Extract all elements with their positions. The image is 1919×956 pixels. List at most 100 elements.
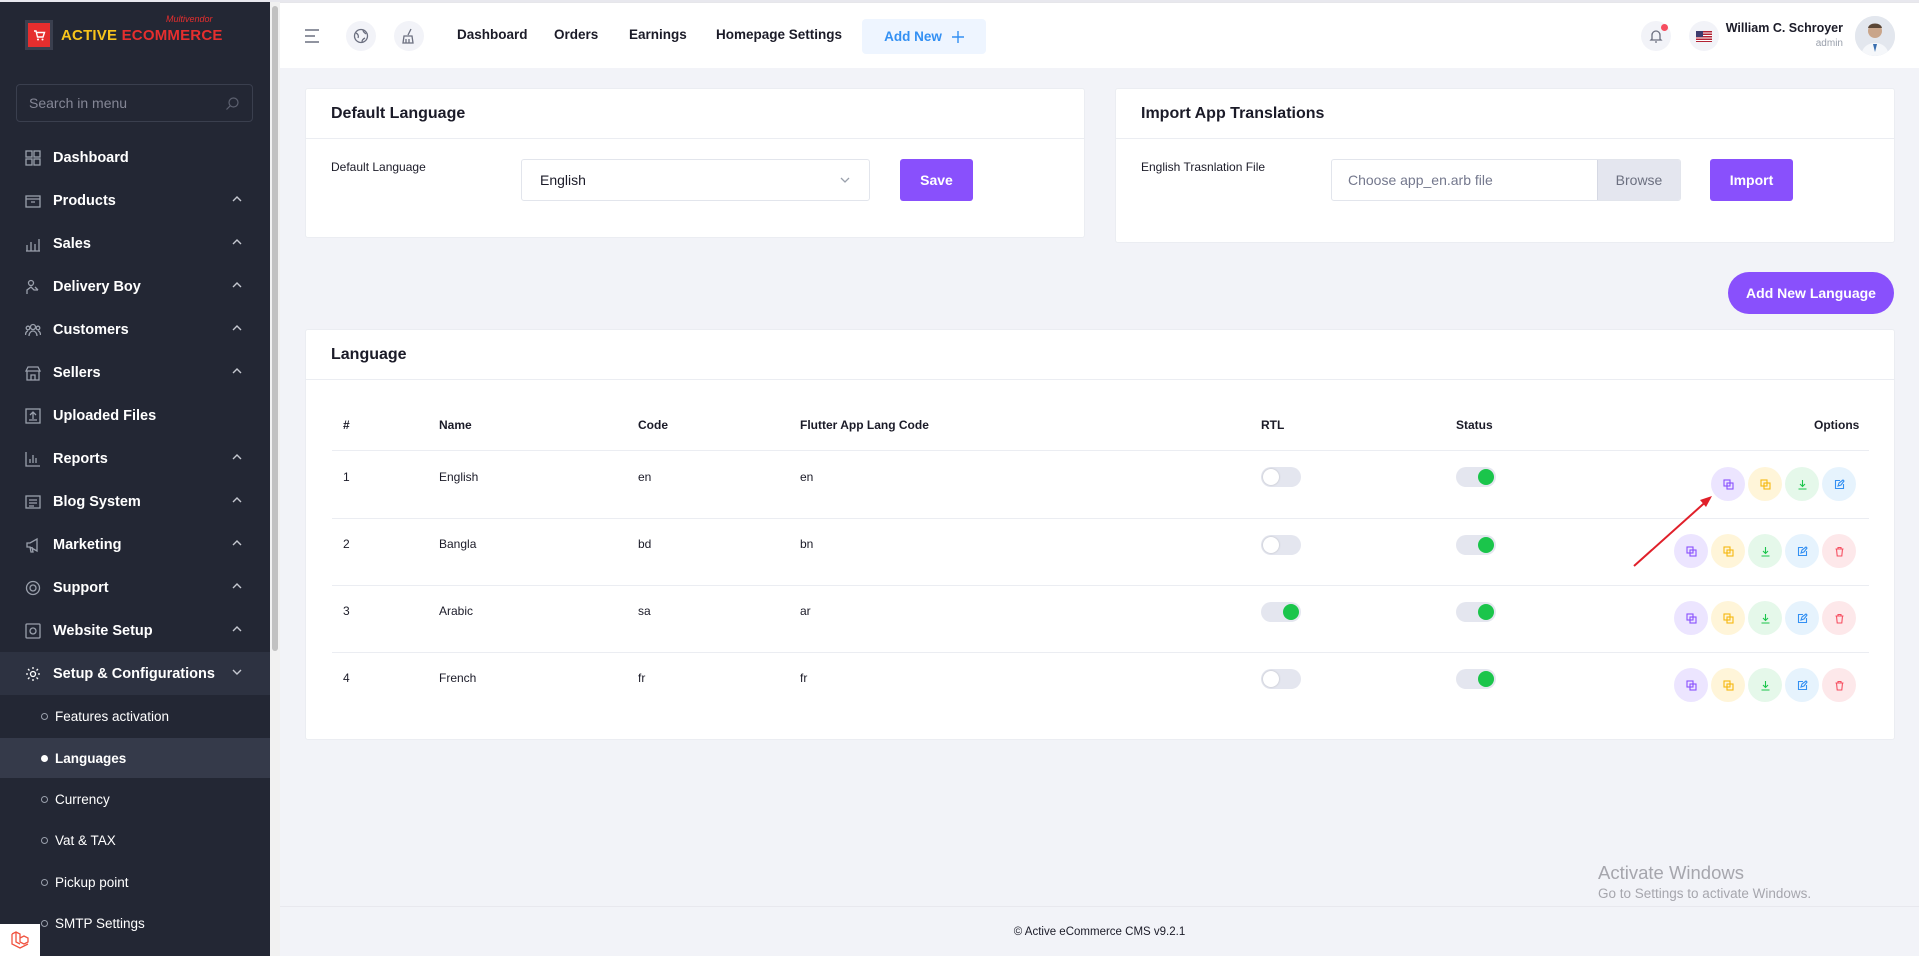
- trash-icon: [1835, 546, 1843, 557]
- cell-code: sa: [638, 604, 651, 618]
- dashboard-icon: [24, 149, 42, 167]
- sidebar-item-label: Uploaded Files: [53, 407, 157, 424]
- delete-button[interactable]: [1822, 534, 1856, 568]
- app-translation-button[interactable]: [1748, 467, 1782, 501]
- file-placeholder: Choose app_en.arb file: [1348, 172, 1493, 188]
- delete-button[interactable]: [1822, 601, 1856, 635]
- edit-button[interactable]: [1785, 601, 1819, 635]
- copy-icon: [1722, 612, 1734, 624]
- sidebar-item-products[interactable]: Products: [0, 179, 270, 222]
- sidebar-item-website-setup[interactable]: Website Setup: [0, 609, 270, 652]
- notifications-button[interactable]: [1641, 21, 1671, 51]
- translation-button[interactable]: [1674, 601, 1708, 635]
- translation-button[interactable]: [1674, 668, 1708, 702]
- cell-num: 1: [343, 470, 350, 484]
- add-new-label: Add New: [884, 29, 942, 44]
- sidebar-subitem-features-activation[interactable]: Features activation: [0, 696, 270, 736]
- website-button[interactable]: [346, 21, 376, 51]
- sidebar-item-dashboard[interactable]: Dashboard: [0, 136, 270, 179]
- sidebar-item-label: Sellers: [53, 364, 101, 381]
- translation-file-input[interactable]: Choose app_en.arb file Browse: [1331, 159, 1681, 201]
- plus-icon: [951, 30, 964, 43]
- import-button[interactable]: Import: [1710, 159, 1793, 201]
- status-toggle[interactable]: [1456, 669, 1496, 689]
- sidebar-item-delivery-boy[interactable]: Delivery Boy: [0, 265, 270, 308]
- clear-cache-button[interactable]: [394, 21, 424, 51]
- chart-icon: [24, 235, 42, 253]
- report-icon: [24, 450, 42, 468]
- sidebar-item-blog-system[interactable]: Blog System: [0, 480, 270, 523]
- sidebar-subitem-languages[interactable]: Languages: [0, 738, 270, 778]
- save-button[interactable]: Save: [900, 159, 973, 201]
- sidebar-subitem-currency[interactable]: Currency: [0, 779, 270, 819]
- menu-toggle-button[interactable]: [298, 21, 328, 51]
- col-header-code: Code: [638, 418, 668, 432]
- sidebar-subitem-smtp-settings[interactable]: SMTP Settings: [0, 903, 270, 943]
- sidebar-subitem-label: Vat & TAX: [55, 832, 116, 848]
- sidebar-item-marketing[interactable]: Marketing: [0, 523, 270, 566]
- col-header-options: Options: [1814, 418, 1860, 432]
- translate-icon: [1685, 612, 1697, 624]
- sidebar-item-uploaded-files[interactable]: Uploaded Files: [0, 394, 270, 437]
- sidebar-scrollbar-thumb[interactable]: [272, 6, 278, 651]
- broom-icon: [402, 28, 414, 44]
- rtl-toggle[interactable]: [1261, 535, 1301, 555]
- edit-icon: [1797, 545, 1808, 556]
- nav-earnings[interactable]: Earnings: [629, 27, 687, 42]
- brand-logo[interactable]: ACTIVE ECOMMERCE Multivendor: [25, 14, 223, 50]
- chevron-down-icon: [840, 177, 850, 183]
- bullet-icon: [41, 878, 48, 886]
- language-switcher-button[interactable]: [1689, 21, 1719, 51]
- download-button[interactable]: [1748, 601, 1782, 635]
- rtl-toggle[interactable]: [1261, 467, 1301, 487]
- col-header-num: #: [343, 418, 350, 432]
- add-new-language-button[interactable]: Add New Language: [1728, 272, 1894, 314]
- status-toggle[interactable]: [1456, 535, 1496, 555]
- card-title: Import App Translations: [1116, 89, 1894, 139]
- sidebar-item-label: Reports: [53, 450, 108, 467]
- sidebar-item-support[interactable]: Support: [0, 566, 270, 609]
- rtl-toggle[interactable]: [1261, 602, 1301, 622]
- user-info[interactable]: William C. Schroyer admin: [1726, 21, 1843, 49]
- rtl-toggle[interactable]: [1261, 669, 1301, 689]
- download-button[interactable]: [1785, 467, 1819, 501]
- sidebar-item-sellers[interactable]: Sellers: [0, 351, 270, 394]
- sidebar-search-input[interactable]: Search in menu: [16, 84, 253, 122]
- sidebar-item-setup-configurations[interactable]: Setup & Configurations: [0, 652, 270, 695]
- desktop-icon: [24, 622, 42, 640]
- users-icon: [24, 321, 42, 339]
- sidebar-item-label: Delivery Boy: [53, 278, 141, 295]
- sidebar-item-reports[interactable]: Reports: [0, 437, 270, 480]
- sidebar-item-customers[interactable]: Customers: [0, 308, 270, 351]
- chevron-up-icon: [232, 282, 242, 288]
- edit-button[interactable]: [1785, 668, 1819, 702]
- avatar[interactable]: [1855, 16, 1895, 56]
- status-toggle[interactable]: [1456, 467, 1496, 487]
- nav-dashboard[interactable]: Dashboard: [457, 27, 528, 42]
- cell-code: fr: [638, 671, 646, 685]
- hamburger-icon: [305, 29, 319, 43]
- download-button[interactable]: [1748, 534, 1782, 568]
- sidebar-subitem-pickup-point[interactable]: Pickup point: [0, 862, 270, 902]
- delete-button[interactable]: [1822, 668, 1856, 702]
- bullet-icon: [41, 754, 48, 762]
- nav-orders[interactable]: Orders: [554, 27, 598, 42]
- download-button[interactable]: [1748, 668, 1782, 702]
- status-toggle[interactable]: [1456, 602, 1496, 622]
- default-language-select[interactable]: English: [521, 159, 870, 201]
- edit-button[interactable]: [1822, 467, 1856, 501]
- add-new-button[interactable]: Add New: [862, 19, 986, 54]
- toggle-knob: [1263, 537, 1279, 553]
- nav-homepage-settings[interactable]: Homepage Settings: [716, 27, 842, 42]
- app-translation-button[interactable]: [1711, 601, 1745, 635]
- toggle-knob: [1478, 604, 1494, 620]
- app-translation-button[interactable]: [1711, 668, 1745, 702]
- sidebar-item-label: Website Setup: [53, 622, 153, 639]
- chevron-up-icon: [232, 239, 242, 245]
- edit-button[interactable]: [1785, 534, 1819, 568]
- footer-copyright: © Active eCommerce CMS v9.2.1: [1013, 925, 1186, 938]
- sidebar-subitem-label: SMTP Settings: [55, 915, 145, 931]
- browse-button[interactable]: Browse: [1597, 160, 1680, 200]
- sidebar-item-sales[interactable]: Sales: [0, 222, 270, 265]
- sidebar-subitem-vat-tax[interactable]: Vat & TAX: [0, 820, 270, 860]
